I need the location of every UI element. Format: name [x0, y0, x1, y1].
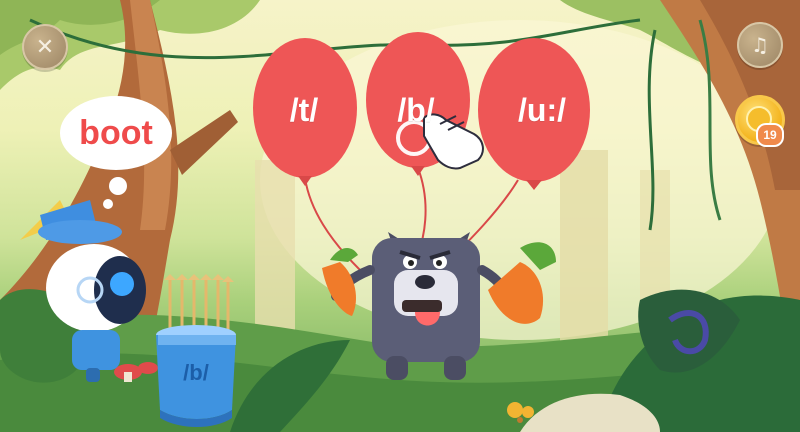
- target-word: boot: [79, 113, 153, 152]
- balloon-u[interactable]: [478, 38, 590, 182]
- word-thought-bubble: boot: [60, 96, 172, 170]
- balloon-b[interactable]: [366, 32, 470, 168]
- game-stage: /t/ /b/ /u:/ boot /b/ ✕ ♫ 19: [0, 0, 800, 432]
- music-toggle-button[interactable]: ♫: [737, 22, 783, 68]
- coin-count-badge: 19: [756, 123, 784, 147]
- close-icon: ✕: [35, 34, 55, 60]
- close-button[interactable]: ✕: [22, 24, 68, 70]
- balloon-t[interactable]: [253, 38, 357, 178]
- music-note-icon: ♫: [751, 33, 769, 57]
- quiver-phoneme-label: /b/: [183, 360, 209, 385]
